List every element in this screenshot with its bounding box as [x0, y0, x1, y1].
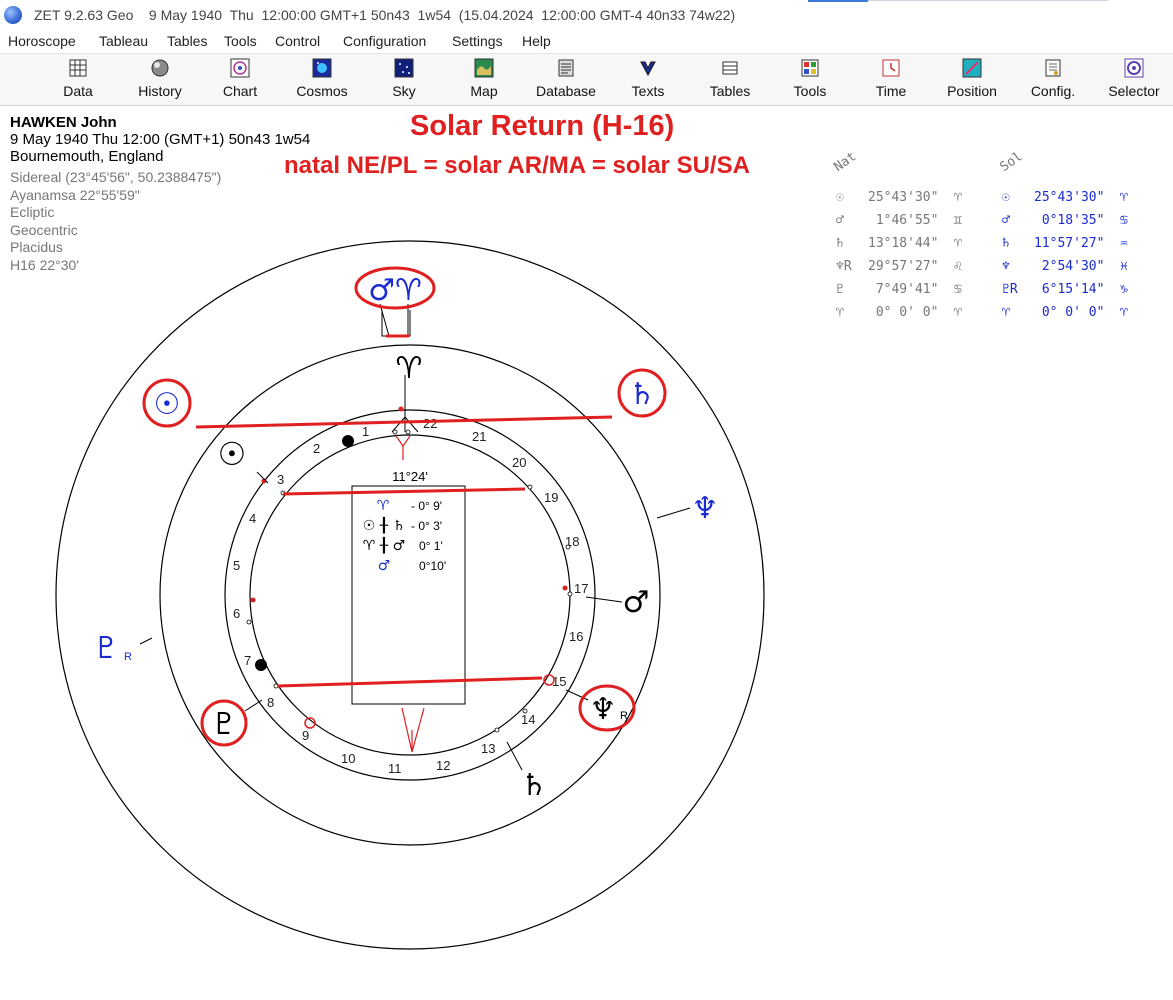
solar-pluto-retrograde: R — [124, 651, 132, 663]
red-dot — [250, 597, 256, 603]
natal-neptune-glyph: ♆ — [590, 692, 617, 727]
harmonic-number: 9 — [302, 728, 309, 743]
aspect-value: - 0° 3' — [411, 519, 442, 533]
harmonic-number: 20 — [512, 455, 526, 470]
leader-tick — [244, 699, 263, 712]
harmonic-number: 2 — [313, 441, 320, 456]
natal-saturn-glyph: ♄ — [521, 768, 548, 803]
natal-neptune-retrograde: R — [620, 710, 628, 722]
harmonic-number: 1 — [362, 424, 369, 439]
red-dot — [398, 406, 404, 412]
ring-marker — [273, 683, 279, 689]
leader-tick — [585, 596, 623, 603]
natal-sun-glyph: ☉ — [218, 435, 247, 473]
harmonic-number: 12 — [436, 758, 450, 773]
harmonic-number: 10 — [341, 751, 355, 766]
harmonic-number: 21 — [472, 429, 486, 444]
harmonic-number: 5 — [233, 558, 240, 573]
harmonic-number: 4 — [249, 511, 256, 526]
ring-marker — [522, 708, 528, 714]
natal-pluto-glyph: ♇ — [211, 707, 238, 742]
harmonic-number: 7 — [244, 653, 251, 668]
ring-marker — [494, 727, 500, 733]
harmonic-number: 13 — [481, 741, 495, 756]
leader-tick — [656, 507, 691, 519]
solar-saturn-glyph: ♄ — [629, 377, 656, 412]
mars-aries-bracket — [381, 310, 411, 337]
solar-pluto-glyph: ♇ — [93, 631, 120, 666]
leader-tick — [139, 637, 153, 645]
harmonic-number: 16 — [569, 629, 583, 644]
red-ic-marker — [401, 707, 425, 753]
red-mc-marker — [395, 435, 411, 460]
aries-glyph: ♈ — [396, 351, 423, 386]
ring-marker — [527, 484, 533, 490]
mc-degree-label: 11°24' — [392, 469, 428, 484]
ring-marker — [246, 619, 252, 625]
ring-marker — [567, 591, 573, 597]
aspect-value: - 0° 9' — [411, 499, 442, 513]
leader-tick — [506, 741, 523, 771]
filled-marker — [342, 435, 354, 447]
harmonic-number: 11 — [388, 761, 402, 776]
ring-marker — [405, 429, 411, 435]
aspect-glyphs: ☉ ╂ ♄ — [363, 516, 405, 534]
solar-neptune-glyph: ♆ — [692, 491, 719, 526]
aspect-glyphs: ♂ — [378, 558, 391, 574]
mars-aries-glyph: ♂♈ — [368, 273, 422, 308]
harmonic-number: 6 — [233, 606, 240, 621]
aspect-glyphs: ♈ — [377, 498, 390, 514]
aspect-value: 0° 1' — [419, 539, 443, 553]
harmonic-number: 8 — [267, 695, 274, 710]
ring-marker — [565, 544, 571, 550]
solar-sun-glyph: ☉ — [154, 387, 181, 422]
red-dot — [562, 585, 568, 591]
harmonic-number: 19 — [544, 490, 558, 505]
harmonic-number: 17 — [574, 581, 588, 596]
natal-mars-glyph: ♂ — [623, 585, 650, 620]
aspect-glyphs: ♈ ╂ ♂ — [363, 536, 405, 554]
filled-marker — [255, 659, 267, 671]
aspect-value: 0°10' — [419, 559, 446, 573]
harmonic-number: 22 — [423, 416, 437, 431]
harmonic-number: 3 — [277, 472, 284, 487]
harmonic-chart-wheel: 11°24' ♈ - 0° 9' ☉ ╂ ♄ - 0° 3' ♈ ╂ ♂ 0° … — [55, 240, 765, 950]
harmonic-number: 14 — [521, 712, 535, 727]
